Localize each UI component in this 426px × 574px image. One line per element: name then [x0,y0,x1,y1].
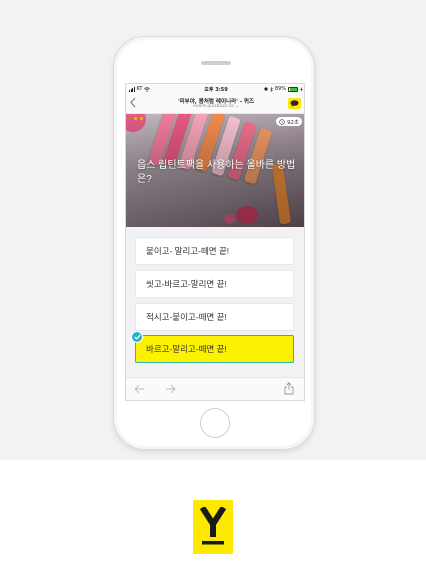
charging-icon [300,86,303,92]
y-logo-icon [199,507,227,545]
home-button [200,408,230,438]
quiz-question: 읍스 립틴트팩을 사용하는 올바른 방법은? [137,160,296,185]
timer-value: 92초 [286,119,299,126]
clock-icon [279,118,286,125]
battery-percent: 89% [274,86,286,92]
share-icon[interactable] [284,382,294,399]
battery-icon [288,86,298,92]
browser-header: '피부야, 봄처럼 레이니라' - 퀴즈 event.quizbuzz.co ⌄ [126,94,304,114]
arrow-right-icon[interactable] [165,384,176,398]
location-icon [264,87,268,91]
arrow-left-icon[interactable] [134,384,145,398]
kakao-talk-icon [290,100,299,107]
bluetooth-icon [269,86,273,92]
page-url[interactable]: event.quizbuzz.co ⌄ [146,104,286,109]
phone-screen: KT 오후 3:59 89% '피부야, 봄처럼 레이니라' - 퀴즈 even… [125,83,305,401]
check-icon [131,331,143,343]
wifi-icon [144,86,151,92]
brand-logo [193,500,233,554]
quiz-hero-image: 92초 읍스 립틴트팩을 사용하는 올바른 방법은? [126,114,304,227]
chevron-left-icon[interactable] [130,97,136,112]
progress-dots [134,117,143,120]
answer-option-1[interactable]: 붙이고- 말리고-떼면 끝! [135,237,294,265]
answer-list: 붙이고- 말리고-떼면 끝! 씻고-바르고-말리면 끝! 적시고-붙이고-떼면 … [126,227,304,377]
phone-speaker [201,61,231,65]
answer-option-4-selected[interactable]: 바르고-말리고-떼면 끝! [131,331,294,363]
signal-icon [129,87,135,92]
status-time: 오후 3:59 [204,86,228,93]
phone-mockup: KT 오후 3:59 89% '피부야, 봄처럼 레이니라' - 퀴즈 even… [113,36,315,450]
progress-dot [134,117,137,120]
kakao-talk-button[interactable] [288,98,301,109]
answer-option-2[interactable]: 씻고-바르고-말리면 끝! [135,270,294,298]
status-bar: KT 오후 3:59 89% [126,84,304,94]
progress-dot [140,117,143,120]
browser-toolbar [126,377,304,400]
timer-badge: 92초 [276,117,302,126]
carrier-label: KT [136,86,143,92]
answer-option-4-label: 바르고-말리고-떼면 끝! [146,344,227,354]
answer-option-3[interactable]: 적시고-붙이고-떼면 끝! [135,303,294,331]
